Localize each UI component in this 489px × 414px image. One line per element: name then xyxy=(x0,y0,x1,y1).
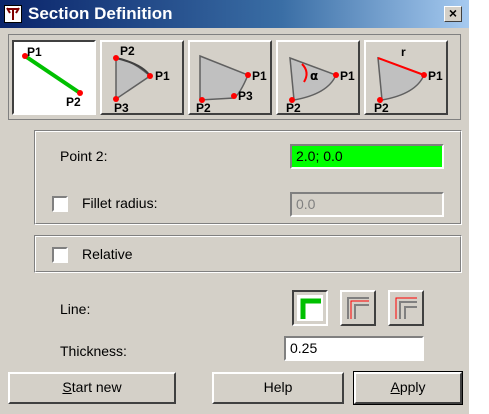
arcr-p1-label: P1 xyxy=(428,69,443,83)
line-p1-label: P1 xyxy=(27,45,42,59)
point2-label: Point 2: xyxy=(60,148,108,164)
start-new-mnemonic: S xyxy=(62,379,72,395)
apply-button[interactable]: Apply xyxy=(353,371,463,405)
arcr-r-label: r xyxy=(401,45,406,59)
help-button[interactable]: Help xyxy=(212,372,344,404)
title-bar[interactable]: Section Definition × xyxy=(0,0,469,28)
arca-alpha-label: α xyxy=(310,69,318,83)
arc3-p3-label: P3 xyxy=(114,101,129,113)
arcr-p2-label: P2 xyxy=(374,101,389,113)
line-style-inner-icon xyxy=(395,297,417,319)
close-button[interactable]: × xyxy=(444,6,462,22)
arc3-p2-label: P2 xyxy=(120,44,135,58)
arc-radius-icon: r P1 P2 xyxy=(374,45,443,113)
arc-center-icon: P1 P2 P3 xyxy=(196,54,267,113)
line-tool-button[interactable]: P1 P2 xyxy=(12,40,96,115)
arcc-p2-label: P2 xyxy=(196,101,211,113)
line-style-center-icon xyxy=(347,297,369,319)
line-icon: P1 P2 xyxy=(22,45,83,109)
app-icon xyxy=(4,5,22,23)
arc-radius-tool-button[interactable]: r P1 P2 xyxy=(364,40,448,115)
arc-angle-tool-button[interactable]: α P1 P2 xyxy=(276,40,360,115)
line-label: Line: xyxy=(60,301,91,317)
arca-p2-label: P2 xyxy=(286,101,301,113)
arc-center-tool-button[interactable]: P1 P2 P3 xyxy=(188,40,272,115)
relative-label: Relative xyxy=(82,246,133,262)
line-style-inner-button[interactable] xyxy=(388,290,424,326)
start-new-label: tart new xyxy=(71,379,122,395)
arc-angle-icon: α P1 P2 xyxy=(286,56,355,113)
fillet-radius-field[interactable]: 0.0 xyxy=(290,192,444,217)
window-title: Section Definition xyxy=(28,4,173,23)
relative-checkbox[interactable] xyxy=(52,247,68,263)
section-definition-dialog: Section Definition × P1 P2 P2 P1 P3 P1 P… xyxy=(0,0,469,414)
start-new-button[interactable]: Start new xyxy=(8,372,176,404)
section-type-toolbar: P1 P2 P2 P1 P3 P1 P2 P3 α P1 P2 r P1 P2 xyxy=(8,34,461,120)
arc3-p1-label: P1 xyxy=(155,69,170,83)
arc-3-points-tool-button[interactable]: P2 P1 P3 xyxy=(100,40,184,115)
fillet-radius-label: Fillet radius: xyxy=(82,195,158,211)
line-style-outer-icon xyxy=(297,295,323,321)
thickness-field[interactable]: 0.25 xyxy=(284,336,424,361)
line-p2-label: P2 xyxy=(66,95,81,109)
apply-mnemonic: A xyxy=(390,379,400,395)
arcc-p3-label: P3 xyxy=(238,89,253,103)
point2-field[interactable]: 2.0; 0.0 xyxy=(290,144,444,169)
fillet-radius-checkbox[interactable] xyxy=(52,196,68,212)
line-style-outer-button[interactable] xyxy=(292,290,328,326)
arcc-p1-label: P1 xyxy=(252,69,267,83)
apply-label: pply xyxy=(399,379,426,395)
arca-p1-label: P1 xyxy=(340,69,355,83)
line-style-center-button[interactable] xyxy=(340,290,376,326)
arc-3-points-icon: P2 P1 P3 xyxy=(113,44,170,113)
thickness-label: Thickness: xyxy=(60,343,127,359)
